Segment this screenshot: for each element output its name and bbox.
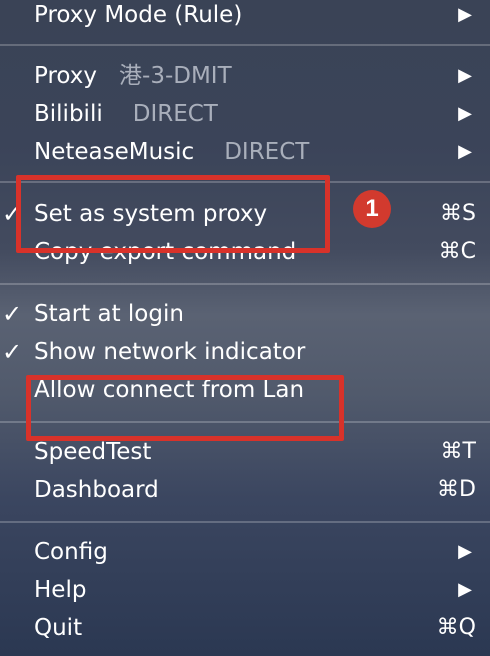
netease-row: NeteaseMusic DIRECT [34,133,309,171]
highlight-box-system-proxy [16,175,330,253]
shortcut-label: ⌘Q [436,615,476,640]
menu-separator [0,521,490,523]
proxy-value: 港-3-DMIT [119,63,232,89]
menu-separator [0,44,490,46]
submenu-arrow-icon: ▶ [458,65,472,86]
step-number-badge: 1 [353,190,391,228]
menu-item-neteasemusic[interactable]: NeteaseMusic DIRECT ▶ [0,133,490,171]
menu-item-show-network-indicator[interactable]: ✓ Show network indicator [0,333,490,371]
submenu-arrow-icon: ▶ [458,141,472,162]
neteasemusic-label: NeteaseMusic [34,139,195,165]
menu-item-dashboard[interactable]: Dashboard ⌘D [0,471,490,509]
menu-item-quit[interactable]: Quit ⌘Q [0,609,490,647]
shortcut-label: ⌘C [438,239,476,264]
help-label: Help [34,577,87,603]
neteasemusic-value: DIRECT [224,139,310,165]
menu-item-help[interactable]: Help ▶ [0,571,490,609]
menu-item-bilibili[interactable]: Bilibili DIRECT ▶ [0,95,490,133]
highlight-box-allow-lan [26,375,344,441]
dashboard-label: Dashboard [34,477,159,503]
checkmark-icon: ✓ [2,300,23,328]
proxy-mode-label: Proxy Mode (Rule) [34,2,243,28]
submenu-arrow-icon: ▶ [458,541,472,562]
checkmark-icon: ✓ [2,338,23,366]
menu-item-proxy[interactable]: Proxy 港-3-DMIT ▶ [0,57,490,95]
bilibili-row: Bilibili DIRECT [34,95,218,133]
menu-separator [0,283,490,285]
submenu-arrow-icon: ▶ [458,579,472,600]
bilibili-value: DIRECT [132,101,218,127]
menu-item-config[interactable]: Config ▶ [0,533,490,571]
config-label: Config [34,539,108,565]
shortcut-label: ⌘T [440,439,476,464]
proxy-row: Proxy 港-3-DMIT [34,57,232,95]
bilibili-label: Bilibili [34,101,103,127]
show-network-indicator-label: Show network indicator [34,339,306,365]
submenu-arrow-icon: ▶ [458,103,472,124]
shortcut-label: ⌘S [440,201,476,226]
submenu-arrow-icon: ▶ [458,4,472,25]
menu-item-proxy-mode[interactable]: Proxy Mode (Rule) ▶ [0,0,490,34]
menu-item-start-at-login[interactable]: ✓ Start at login [0,295,490,333]
proxy-label: Proxy [34,63,98,89]
shortcut-label: ⌘D [437,477,476,502]
quit-label: Quit [34,615,83,641]
proxy-menu: Proxy Mode (Rule) ▶ Proxy 港-3-DMIT ▶ Bili… [0,0,490,656]
start-at-login-label: Start at login [34,301,184,327]
